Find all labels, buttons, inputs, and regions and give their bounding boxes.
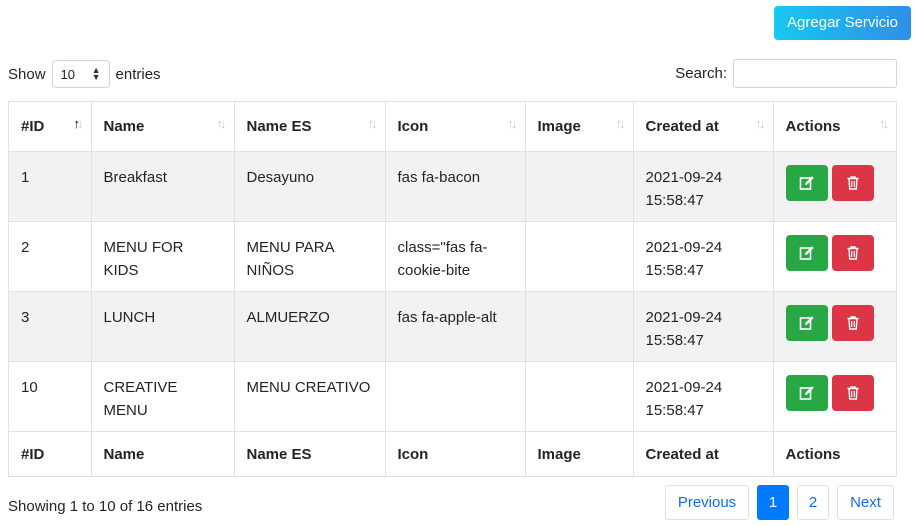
column-header-created-at[interactable]: Created at ↑↓ [633, 102, 774, 152]
show-label: Show [8, 65, 46, 83]
cell-name: MENU FOR KIDS [91, 221, 235, 292]
edit-button[interactable] [785, 374, 828, 411]
edit-button[interactable] [785, 234, 828, 271]
cell-actions [773, 361, 896, 432]
previous-page-button[interactable]: Previous [665, 485, 749, 520]
search-control: Search: [675, 59, 897, 88]
cell-image [525, 151, 634, 222]
cell-name: Breakfast [91, 151, 235, 222]
sort-asc-icon: ↑↓ [73, 116, 84, 131]
search-input[interactable] [733, 59, 897, 88]
footer-header-image: Image [525, 431, 634, 477]
column-header-actions[interactable]: Actions ↑↓ [773, 102, 896, 152]
cell-icon: class="fas fa-cookie-bite [385, 221, 526, 292]
footer-row: #ID Name Name ES Icon Image Created at A… [9, 431, 896, 477]
pagination: Previous 1 2 Next [665, 485, 894, 520]
search-label: Search: [675, 65, 727, 82]
select-arrows-icon: ▲ ▼ [91, 65, 101, 82]
cell-image [525, 361, 634, 432]
page-1-button[interactable]: 1 [757, 485, 789, 520]
trash-icon [847, 175, 858, 190]
cell-name-es: Desayuno [234, 151, 386, 222]
trash-icon [847, 315, 858, 330]
footer-header-name: Name [91, 431, 235, 477]
sort-icon: ↑↓ [879, 116, 889, 131]
services-table: #ID ↑↓ Name ↑↓ Name ES ↑↓ Icon ↑↓ Image ↑↓ Cr… [8, 101, 897, 477]
table-row: 10 CREATIVE MENU MENU CREATIVO 2021-09-2… [9, 361, 896, 432]
column-header-icon[interactable]: Icon ↑↓ [385, 102, 526, 152]
next-page-button[interactable]: Next [837, 485, 894, 520]
entries-select-value: 10 [60, 66, 75, 82]
cell-icon: fas fa-apple-alt [385, 291, 526, 362]
table-row: 1 Breakfast Desayuno fas fa-bacon 2021-0… [9, 151, 896, 222]
header-row: #ID ↑↓ Name ↑↓ Name ES ↑↓ Icon ↑↓ Image ↑↓ Cr… [9, 102, 896, 152]
sort-icon: ↑↓ [507, 116, 518, 131]
delete-button[interactable] [831, 164, 874, 201]
edit-icon [799, 315, 814, 330]
cell-name: CREATIVE MENU [91, 361, 235, 432]
edit-button[interactable] [785, 164, 828, 201]
sort-icon: ↑↓ [755, 116, 766, 131]
sort-icon: ↑↓ [367, 116, 378, 131]
cell-image [525, 291, 634, 362]
cell-icon [385, 361, 526, 432]
table-row: 2 MENU FOR KIDS MENU PARA NIÑOS class="f… [9, 221, 896, 292]
cell-actions [773, 151, 896, 222]
cell-created-at: 2021-09-24 15:58:47 [633, 221, 774, 292]
column-header-name[interactable]: Name ↑↓ [91, 102, 235, 152]
edit-icon [799, 245, 814, 260]
delete-button[interactable] [831, 304, 874, 341]
edit-button[interactable] [785, 304, 828, 341]
table-info: Showing 1 to 10 of 16 entries [8, 498, 203, 515]
cell-name-es: MENU CREATIVO [234, 361, 386, 432]
cell-name-es: MENU PARA NIÑOS [234, 221, 386, 292]
cell-actions [773, 221, 896, 292]
footer-header-icon: Icon [385, 431, 526, 477]
cell-created-at: 2021-09-24 15:58:47 [633, 151, 774, 222]
sort-icon: ↑↓ [216, 116, 227, 131]
length-control: Show 10 ▲ ▼ entries [8, 60, 161, 88]
column-header-name-es[interactable]: Name ES ↑↓ [234, 102, 386, 152]
footer-header-id: #ID [9, 431, 92, 477]
cell-icon: fas fa-bacon [385, 151, 526, 222]
column-header-id[interactable]: #ID ↑↓ [9, 102, 92, 152]
cell-id: 3 [9, 291, 92, 362]
sort-icon: ↑↓ [615, 116, 626, 131]
column-header-image[interactable]: Image ↑↓ [525, 102, 634, 152]
cell-id: 1 [9, 151, 92, 222]
footer-header-actions: Actions [785, 445, 841, 463]
cell-id: 2 [9, 221, 92, 292]
cell-created-at: 2021-09-24 15:58:47 [633, 361, 774, 432]
edit-icon [799, 385, 814, 400]
edit-icon [799, 175, 814, 190]
entries-select[interactable]: 10 ▲ ▼ [51, 60, 110, 88]
footer-header-name-es: Name ES [234, 431, 386, 477]
cell-created-at: 2021-09-24 15:58:47 [633, 291, 774, 362]
cell-image [525, 221, 634, 292]
trash-icon [847, 245, 858, 260]
cell-name-es: ALMUERZO [234, 291, 386, 362]
footer-header-created-at: Created at [633, 431, 774, 477]
delete-button[interactable] [831, 234, 874, 271]
trash-icon [847, 385, 858, 400]
entries-label: entries [115, 65, 161, 83]
delete-button[interactable] [831, 374, 874, 411]
add-service-button[interactable]: Agregar Servicio [774, 6, 911, 40]
table-row: 3 LUNCH ALMUERZO fas fa-apple-alt 2021-0… [9, 291, 896, 362]
cell-actions [773, 291, 896, 362]
cell-id: 10 [9, 361, 92, 432]
page-2-button[interactable]: 2 [797, 485, 829, 520]
cell-name: LUNCH [91, 291, 235, 362]
